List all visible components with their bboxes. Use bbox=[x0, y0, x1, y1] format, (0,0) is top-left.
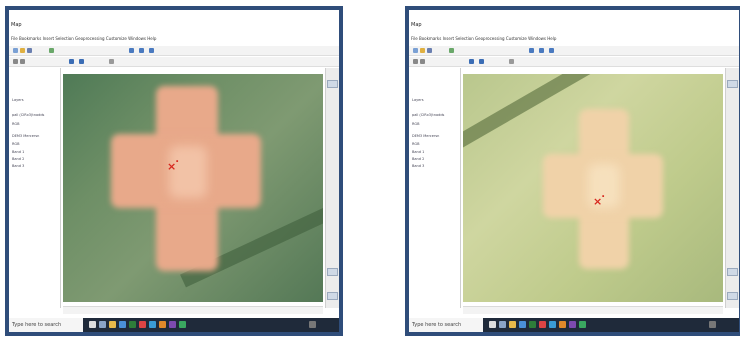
pan-icon[interactable] bbox=[420, 59, 425, 64]
app-icon[interactable] bbox=[549, 321, 556, 328]
layer-icon[interactable] bbox=[129, 48, 134, 53]
system-tray-icon[interactable] bbox=[309, 321, 316, 328]
marker-tag: ▪ bbox=[176, 159, 179, 163]
app-icon[interactable] bbox=[169, 321, 176, 328]
toc-item[interactable]: RGB bbox=[12, 142, 20, 146]
results-tab[interactable] bbox=[727, 292, 738, 300]
toolbar-tools[interactable] bbox=[409, 57, 739, 67]
new-icon[interactable] bbox=[413, 48, 418, 53]
toc-item[interactable]: pall (CIRx3)tnodds bbox=[412, 113, 444, 117]
table-of-contents: Layers pall (CIRx3)tnodds RGB DEM3 Merce… bbox=[9, 68, 61, 308]
app-icon[interactable] bbox=[559, 321, 566, 328]
marker-tag: ▪ bbox=[602, 194, 605, 198]
identify-icon[interactable] bbox=[479, 59, 484, 64]
map-view[interactable]: × ▪ bbox=[463, 74, 723, 302]
taskbar: Type here to search bbox=[409, 318, 739, 332]
side-panel bbox=[325, 68, 339, 308]
toc-item[interactable]: Band 1 bbox=[412, 150, 424, 154]
explorer-icon[interactable] bbox=[109, 321, 116, 328]
browser-icon[interactable] bbox=[119, 321, 126, 328]
toolbar-tools[interactable] bbox=[9, 57, 339, 67]
app-icon[interactable] bbox=[139, 321, 146, 328]
add-data-icon[interactable] bbox=[49, 48, 54, 53]
screenshot-frame-right: Map File Bookmarks Insert Selection Geop… bbox=[405, 6, 740, 336]
results-tab[interactable] bbox=[327, 292, 338, 300]
add-data-icon[interactable] bbox=[449, 48, 454, 53]
app-icon[interactable] bbox=[179, 321, 186, 328]
app-icon[interactable] bbox=[569, 321, 576, 328]
toc-item[interactable]: Band 1 bbox=[12, 150, 24, 154]
tool-icon[interactable] bbox=[149, 48, 154, 53]
task-view-icon[interactable] bbox=[99, 321, 106, 328]
system-tray-icon[interactable] bbox=[709, 321, 716, 328]
x-mark-icon: × bbox=[167, 160, 177, 173]
toc-item[interactable]: pall (CIRx3)tnodds bbox=[12, 113, 44, 117]
toc-item[interactable]: RGB bbox=[12, 122, 20, 126]
menu-bar[interactable]: File Bookmarks Insert Selection Geoproce… bbox=[409, 36, 739, 45]
taskbar: Type here to search bbox=[9, 318, 339, 332]
measure-icon[interactable] bbox=[509, 59, 514, 64]
tree-canopy bbox=[111, 86, 261, 271]
search-input[interactable]: Type here to search bbox=[9, 318, 83, 332]
toolbar-standard[interactable] bbox=[409, 46, 739, 56]
new-icon[interactable] bbox=[13, 48, 18, 53]
search-tab[interactable] bbox=[727, 268, 738, 276]
app-icon[interactable] bbox=[159, 321, 166, 328]
map-view[interactable]: × ▪ bbox=[63, 74, 323, 302]
pan-icon[interactable] bbox=[20, 59, 25, 64]
arcmap-icon[interactable] bbox=[529, 321, 536, 328]
identify-icon[interactable] bbox=[79, 59, 84, 64]
tree-canopy bbox=[543, 109, 663, 269]
toc-item[interactable]: Band 2 bbox=[412, 157, 424, 161]
search-tab[interactable] bbox=[327, 268, 338, 276]
explorer-icon[interactable] bbox=[509, 321, 516, 328]
table-icon[interactable] bbox=[139, 48, 144, 53]
toc-item[interactable]: Band 2 bbox=[12, 157, 24, 161]
toc-item[interactable]: DEM3 Mercersn bbox=[412, 134, 439, 138]
toc-item[interactable]: DEM3 Mercersn bbox=[12, 134, 39, 138]
window-title: Map bbox=[11, 22, 22, 28]
toc-item[interactable]: Band 3 bbox=[412, 164, 424, 168]
open-icon[interactable] bbox=[420, 48, 425, 53]
toc-item[interactable]: RGB bbox=[412, 142, 420, 146]
save-icon[interactable] bbox=[427, 48, 432, 53]
screenshot-frame-left: Map File Bookmarks Insert Selection Geop… bbox=[5, 6, 343, 336]
toc-item[interactable]: Layers bbox=[412, 98, 424, 102]
select-icon[interactable] bbox=[69, 59, 74, 64]
menu-bar[interactable]: File Bookmarks Insert Selection Geoproce… bbox=[9, 36, 339, 45]
catalog-tab[interactable] bbox=[727, 80, 738, 88]
drawing-toolbar[interactable] bbox=[463, 306, 723, 314]
start-icon[interactable] bbox=[489, 321, 496, 328]
app-icon[interactable] bbox=[539, 321, 546, 328]
measure-icon[interactable] bbox=[109, 59, 114, 64]
app-icon[interactable] bbox=[149, 321, 156, 328]
layer-icon[interactable] bbox=[529, 48, 534, 53]
table-of-contents: Layers pall (CIRx3)tnodds RGB DEM3 Merce… bbox=[409, 68, 461, 308]
open-icon[interactable] bbox=[20, 48, 25, 53]
window-title: Map bbox=[411, 22, 422, 28]
toc-item[interactable]: RGB bbox=[412, 122, 420, 126]
start-icon[interactable] bbox=[89, 321, 96, 328]
side-panel bbox=[725, 68, 739, 308]
toolbar-standard[interactable] bbox=[9, 46, 339, 56]
search-input[interactable]: Type here to search bbox=[409, 318, 483, 332]
catalog-tab[interactable] bbox=[327, 80, 338, 88]
x-mark-icon: × bbox=[593, 195, 603, 208]
arcmap-icon[interactable] bbox=[129, 321, 136, 328]
task-view-icon[interactable] bbox=[499, 321, 506, 328]
zoom-in-icon[interactable] bbox=[13, 59, 18, 64]
save-icon[interactable] bbox=[27, 48, 32, 53]
browser-icon[interactable] bbox=[519, 321, 526, 328]
toc-item[interactable]: Layers bbox=[12, 98, 24, 102]
zoom-in-icon[interactable] bbox=[413, 59, 418, 64]
tool-icon[interactable] bbox=[549, 48, 554, 53]
drawing-toolbar[interactable] bbox=[63, 306, 323, 314]
toc-item[interactable]: Band 3 bbox=[12, 164, 24, 168]
table-icon[interactable] bbox=[539, 48, 544, 53]
app-icon[interactable] bbox=[579, 321, 586, 328]
select-icon[interactable] bbox=[469, 59, 474, 64]
